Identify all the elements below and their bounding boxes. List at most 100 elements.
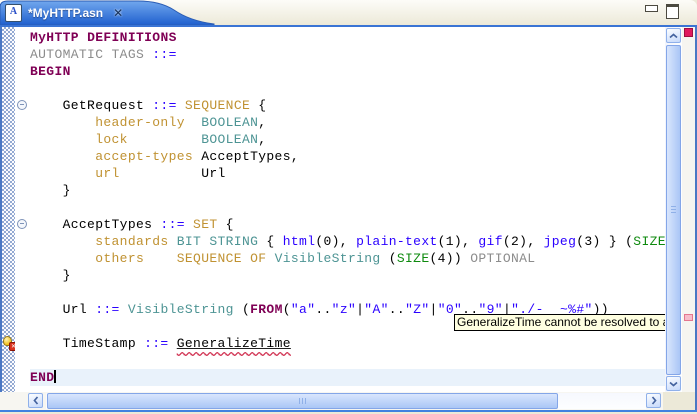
code-line[interactable]: lock BOOLEAN, — [30, 131, 665, 148]
code-token: BOOLEAN — [201, 115, 259, 130]
code-line[interactable]: AUTOMATIC TAGS ::= — [30, 46, 665, 63]
annotation-ruler[interactable]: ✕ — [2, 27, 18, 392]
code-line[interactable] — [30, 199, 665, 216]
vertical-scrollbar[interactable] — [665, 27, 682, 392]
maximize-icon[interactable] — [666, 4, 679, 19]
code-line[interactable]: GetRequest ::= SEQUENCE { — [30, 97, 665, 114]
code-token: { — [217, 217, 234, 232]
code-token: (3) } ( — [576, 234, 634, 249]
code-token: "z" — [331, 302, 357, 317]
overview-error-marker[interactable] — [684, 314, 693, 321]
scroll-down-arrow[interactable] — [666, 376, 681, 391]
code-token: standards — [95, 234, 169, 249]
asn-file-icon: A — [5, 4, 22, 22]
code-token: FROM — [250, 302, 283, 317]
code-token: others — [95, 251, 145, 266]
code-token: (0), — [315, 234, 357, 249]
code-token: "Z" — [405, 302, 430, 317]
code-token: SIZE — [633, 234, 665, 249]
code-line[interactable]: BEGIN — [30, 63, 665, 80]
code-token: Url — [30, 302, 96, 317]
code-token: html — [282, 234, 316, 249]
code-token: ( — [380, 251, 397, 266]
horizontal-scroll-track[interactable] — [46, 393, 646, 409]
folding-ruler[interactable] — [15, 27, 30, 392]
tab-myhttp-asn[interactable]: A *MyHTTP.asn ✕ — [0, 0, 220, 25]
code-line[interactable]: standards BIT STRING { html(0), plain-te… — [30, 233, 665, 250]
code-token: gif — [478, 234, 503, 249]
error-tooltip: GeneralizeTime cannot be resolved to a t… — [454, 314, 665, 331]
fold-collapse-icon[interactable] — [17, 100, 27, 110]
code-line[interactable] — [30, 80, 665, 97]
code-line[interactable]: url Url — [30, 165, 665, 182]
code-token: GetRequest — [30, 98, 153, 113]
overview-ruler[interactable] — [682, 27, 695, 392]
code-line[interactable]: } — [30, 267, 665, 284]
overview-error-indicator[interactable] — [684, 28, 693, 37]
code-token: Url — [119, 166, 226, 181]
code-token: BIT STRING — [176, 234, 259, 249]
code-token: | — [429, 302, 438, 317]
code-token: header-only — [95, 115, 185, 130]
vertical-scroll-thumb[interactable] — [666, 45, 681, 375]
code-line[interactable]: AcceptTypes ::= SET { — [30, 216, 665, 233]
code-token: ( — [233, 302, 251, 317]
code-token: DEFINITIONS — [87, 30, 177, 45]
horizontal-scroll-thumb[interactable] — [47, 393, 558, 409]
editor-tab-bar: A *MyHTTP.asn ✕ — [0, 0, 697, 25]
code-line[interactable]: header-only BOOLEAN, — [30, 114, 665, 131]
scroll-right-arrow[interactable] — [646, 393, 661, 408]
code-token: , — [258, 132, 267, 147]
code-line[interactable]: MyHTTP DEFINITIONS — [30, 29, 665, 46]
code-token: plain-text — [356, 234, 438, 249]
code-token: AcceptTypes — [30, 217, 161, 232]
code-token: { — [258, 234, 283, 249]
code-token: url — [95, 166, 120, 181]
scroll-up-arrow[interactable] — [666, 28, 681, 43]
scrollbar-corner — [663, 392, 695, 410]
code-line[interactable]: accept-types AcceptTypes, — [30, 148, 665, 165]
code-area[interactable]: MyHTTP DEFINITIONS AUTOMATIC TAGS ::= BEGI… — [30, 27, 665, 392]
code-token: GeneralizeTime — [176, 336, 291, 351]
code-token: BOOLEAN — [201, 132, 259, 147]
code-token: SIZE — [396, 251, 430, 266]
scroll-left-arrow[interactable] — [28, 393, 43, 408]
horizontal-scrollbar[interactable] — [0, 392, 697, 410]
code-token: AcceptTypes, — [193, 149, 300, 164]
code-line[interactable]: TimeStamp ::= GeneralizeTime — [30, 335, 665, 352]
code-line[interactable]: END — [30, 369, 665, 386]
view-controls — [645, 4, 679, 19]
fold-collapse-icon[interactable] — [17, 219, 27, 229]
code-token: (2), — [502, 234, 544, 249]
code-token: SEQUENCE OF — [176, 251, 267, 266]
minimize-icon[interactable] — [645, 5, 658, 12]
code-token: jpeg — [543, 234, 577, 249]
code-token: TimeStamp — [30, 336, 145, 351]
code-token: AUTOMATIC TAGS — [30, 47, 145, 62]
code-token: "A" — [364, 302, 389, 317]
code-token: } — [30, 183, 71, 198]
close-icon[interactable]: ✕ — [113, 7, 123, 19]
code-token: .. — [315, 302, 332, 317]
code-token: END — [30, 370, 55, 385]
code-token: } — [30, 268, 71, 283]
editor-content: ✕ MyHTTP DEFINITIONS AUTOMATIC TAGS ::= BE… — [0, 27, 697, 392]
code-line[interactable] — [30, 284, 665, 301]
code-line[interactable]: } — [30, 182, 665, 199]
code-token: .. — [388, 302, 406, 317]
code-line[interactable] — [30, 352, 665, 369]
editor-window: A *MyHTTP.asn ✕ ✕ MyHTTP DEFINITIONS AUTO… — [0, 0, 697, 414]
code-line[interactable]: others SEQUENCE OF VisibleString (SIZE(4… — [30, 250, 665, 267]
code-token: SEQUENCE — [184, 98, 251, 113]
code-token: ::= — [95, 302, 120, 317]
